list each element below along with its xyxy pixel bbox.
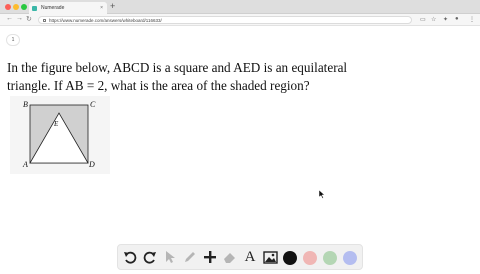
text-icon[interactable]: A — [242, 249, 258, 265]
tab-close-icon[interactable]: × — [100, 5, 103, 11]
question-text: In the figure below, ABCD is a square an… — [7, 60, 348, 93]
color-blue-swatch[interactable] — [343, 251, 357, 265]
url-text: https://www.numerade.com/answers/whitebo… — [49, 17, 162, 23]
new-tab-button[interactable]: + — [110, 1, 115, 11]
browser-menu-icon[interactable]: ⋮ — [469, 16, 475, 23]
maximize-window-button[interactable] — [21, 4, 27, 10]
pen-icon[interactable] — [182, 249, 198, 265]
cast-icon[interactable]: ▭ — [420, 16, 426, 23]
label-a: A — [22, 160, 28, 169]
tab-title: Numerade — [41, 5, 65, 11]
image-icon[interactable] — [262, 249, 278, 265]
eraser-icon[interactable] — [222, 249, 238, 265]
account-icon[interactable]: ● — [455, 16, 459, 22]
browser-tab[interactable]: Numerade × — [29, 2, 107, 14]
label-b: B — [23, 100, 28, 109]
label-d: D — [88, 160, 95, 169]
browser-toolbar: ← → ↻ https://www.numerade.com/answers/w… — [0, 14, 480, 26]
extensions-icon[interactable]: ✦ — [443, 16, 448, 23]
address-bar[interactable]: https://www.numerade.com/answers/whitebo… — [38, 16, 412, 24]
mouse-cursor-icon — [319, 190, 325, 199]
bookmark-star-icon[interactable]: ☆ — [431, 16, 436, 23]
browser-tab-bar: Numerade × + — [0, 0, 480, 14]
redo-icon[interactable] — [142, 249, 158, 265]
lock-icon — [43, 18, 46, 22]
numerade-favicon-icon — [32, 5, 37, 11]
whiteboard-toolbar: A — [117, 244, 363, 270]
color-black-swatch[interactable] — [283, 251, 297, 265]
reload-icon[interactable]: ↻ — [26, 15, 32, 23]
color-red-swatch[interactable] — [303, 251, 317, 265]
color-green-swatch[interactable] — [323, 251, 337, 265]
minimize-window-button[interactable] — [13, 4, 19, 10]
forward-arrow-icon[interactable]: → — [16, 15, 23, 22]
pointer-icon[interactable] — [162, 249, 178, 265]
close-window-button[interactable] — [5, 4, 11, 10]
label-c: C — [90, 100, 96, 109]
square-triangle-diagram: B C E A D — [22, 100, 96, 169]
label-e: E — [53, 120, 59, 128]
back-arrow-icon[interactable]: ← — [6, 15, 13, 22]
undo-icon[interactable] — [122, 249, 138, 265]
page-number-button[interactable]: 1 — [6, 34, 20, 46]
add-icon[interactable] — [202, 249, 218, 265]
geometry-figure: B C E A D — [10, 96, 110, 174]
